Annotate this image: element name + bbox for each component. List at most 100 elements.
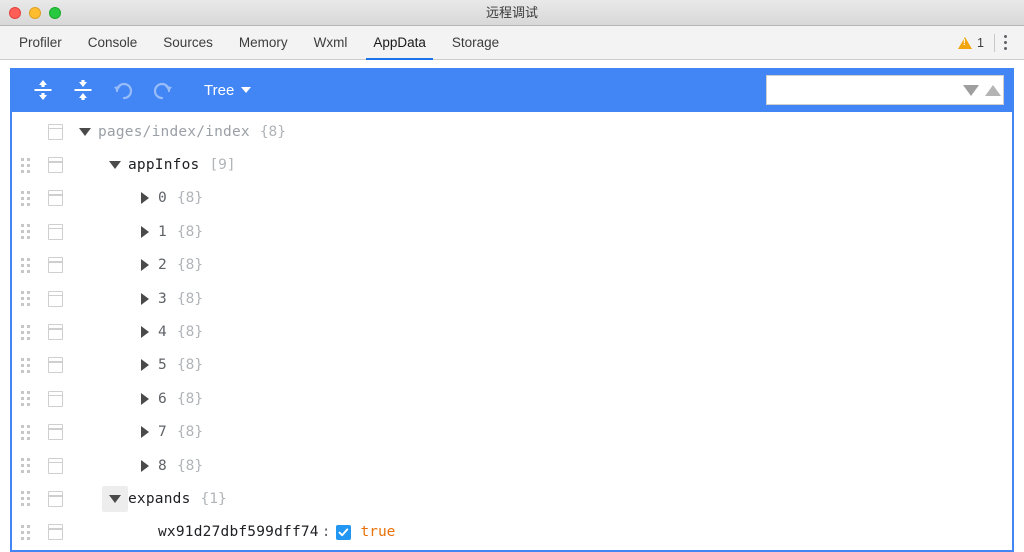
close-button[interactable] xyxy=(9,7,21,19)
expand-toggle-icon[interactable] xyxy=(132,319,158,345)
triangle-up-icon[interactable] xyxy=(985,85,1001,96)
expand-toggle-icon[interactable] xyxy=(132,352,158,378)
tree-row[interactable]: 6{8} xyxy=(12,382,1012,415)
tree-row-body: 0{8} xyxy=(132,185,203,211)
card-icon xyxy=(48,124,63,140)
watch-box-button[interactable] xyxy=(38,257,72,273)
warning-indicator[interactable]: 1 xyxy=(958,36,994,50)
triangle-down-icon[interactable] xyxy=(963,85,979,96)
expand-toggle-icon[interactable] xyxy=(132,453,158,479)
tab-profiler[interactable]: Profiler xyxy=(6,26,75,59)
expand-toggle-icon[interactable] xyxy=(132,386,158,412)
drag-handle[interactable] xyxy=(12,191,38,206)
card-icon xyxy=(48,324,63,340)
expand-all-icon[interactable] xyxy=(26,73,60,107)
tree-row[interactable]: 2{8} xyxy=(12,249,1012,282)
tree-row-count: {8} xyxy=(177,257,203,273)
tree-row[interactable]: 0{8} xyxy=(12,182,1012,215)
tree-row-body: 5{8} xyxy=(132,352,203,378)
view-mode-dropdown[interactable]: Tree xyxy=(204,82,251,99)
search-nav-controls xyxy=(963,85,1003,96)
tree-row-count: [9] xyxy=(209,157,235,173)
tree-row-count: {8} xyxy=(177,324,203,340)
kebab-menu-icon[interactable] xyxy=(995,31,1016,54)
maximize-button[interactable] xyxy=(49,7,61,19)
tab-appdata[interactable]: AppData xyxy=(360,26,439,59)
drag-handle[interactable] xyxy=(12,525,38,540)
drag-dots-icon xyxy=(21,224,30,239)
tree-row-count: {8} xyxy=(177,391,203,407)
tab-storage[interactable]: Storage xyxy=(439,26,512,59)
redo-icon[interactable] xyxy=(146,73,180,107)
key-value-separator: : xyxy=(322,524,331,540)
expand-toggle-icon[interactable] xyxy=(132,252,158,278)
search-input[interactable] xyxy=(775,83,963,98)
window-title: 远程调试 xyxy=(0,0,1024,26)
drag-handle[interactable] xyxy=(12,258,38,273)
tab-console[interactable]: Console xyxy=(75,26,151,59)
tab-wxml[interactable]: Wxml xyxy=(301,26,361,59)
drag-handle[interactable] xyxy=(12,224,38,239)
expand-toggle-icon[interactable] xyxy=(132,286,158,312)
collapse-toggle-icon[interactable] xyxy=(102,152,128,178)
card-icon xyxy=(48,391,63,407)
tree-row-label: expands xyxy=(128,491,191,507)
appdata-panel: Tree pages/index/index{8}appInfos[9]0{8}… xyxy=(10,68,1014,552)
tree-row[interactable]: 1{8} xyxy=(12,215,1012,248)
watch-box-button[interactable] xyxy=(38,458,72,474)
collapse-toggle-icon[interactable] xyxy=(72,119,98,145)
card-icon xyxy=(48,190,63,206)
expand-toggle-icon[interactable] xyxy=(132,419,158,445)
tree-row[interactable]: pages/index/index{8} xyxy=(12,115,1012,148)
drag-dots-icon xyxy=(21,525,30,540)
card-icon xyxy=(48,257,63,273)
watch-box-button[interactable] xyxy=(38,357,72,373)
watch-box-button[interactable] xyxy=(38,324,72,340)
drag-handle[interactable] xyxy=(12,325,38,340)
tree-row[interactable]: 4 {8} xyxy=(12,315,1012,348)
tree-row-label: 0 xyxy=(158,190,167,206)
expand-toggle-icon[interactable] xyxy=(132,219,158,245)
tab-memory[interactable]: Memory xyxy=(226,26,301,59)
tree-row-label: 4 xyxy=(158,324,167,340)
card-icon xyxy=(48,458,63,474)
drag-handle[interactable] xyxy=(12,358,38,373)
watch-box-button[interactable] xyxy=(38,224,72,240)
tree-row[interactable]: wx91d27dbf599dff74:true xyxy=(12,516,1012,549)
tree-row-label: 7 xyxy=(158,424,167,440)
watch-box-button[interactable] xyxy=(38,291,72,307)
watch-box-button[interactable] xyxy=(38,190,72,206)
drag-dots-icon xyxy=(21,391,30,406)
tree-row[interactable]: 5{8} xyxy=(12,349,1012,382)
watch-box-button[interactable] xyxy=(38,491,72,507)
tree-row[interactable]: 7{8} xyxy=(12,416,1012,449)
expand-toggle-icon[interactable] xyxy=(132,185,158,211)
boolean-checkbox[interactable] xyxy=(336,525,351,540)
drag-handle[interactable] xyxy=(12,391,38,406)
collapse-all-icon[interactable] xyxy=(66,73,100,107)
drag-dots-icon xyxy=(21,258,30,273)
view-mode-label: Tree xyxy=(204,82,234,99)
drag-handle[interactable] xyxy=(12,491,38,506)
drag-handle[interactable] xyxy=(12,291,38,306)
watch-box-button[interactable] xyxy=(38,157,72,173)
search-box[interactable] xyxy=(766,75,1004,105)
undo-icon[interactable] xyxy=(106,73,140,107)
chevron-down-icon xyxy=(241,87,251,93)
tree-row[interactable]: 3{8} xyxy=(12,282,1012,315)
appdata-tree[interactable]: pages/index/index{8}appInfos[9]0{8}1{8}2… xyxy=(12,112,1012,550)
drag-handle[interactable] xyxy=(12,425,38,440)
minimize-button[interactable] xyxy=(29,7,41,19)
watch-box-button[interactable] xyxy=(38,524,72,540)
tab-sources[interactable]: Sources xyxy=(150,26,226,59)
watch-box-button[interactable] xyxy=(38,124,72,140)
tree-row[interactable]: expands{1} xyxy=(12,482,1012,515)
watch-box-button[interactable] xyxy=(38,424,72,440)
window-titlebar: 远程调试 xyxy=(0,0,1024,26)
tree-row[interactable]: 8{8} xyxy=(12,449,1012,482)
collapse-toggle-icon[interactable] xyxy=(102,486,128,512)
drag-handle[interactable] xyxy=(12,158,38,173)
drag-handle[interactable] xyxy=(12,458,38,473)
watch-box-button[interactable] xyxy=(38,391,72,407)
tree-row[interactable]: appInfos[9] xyxy=(12,148,1012,181)
